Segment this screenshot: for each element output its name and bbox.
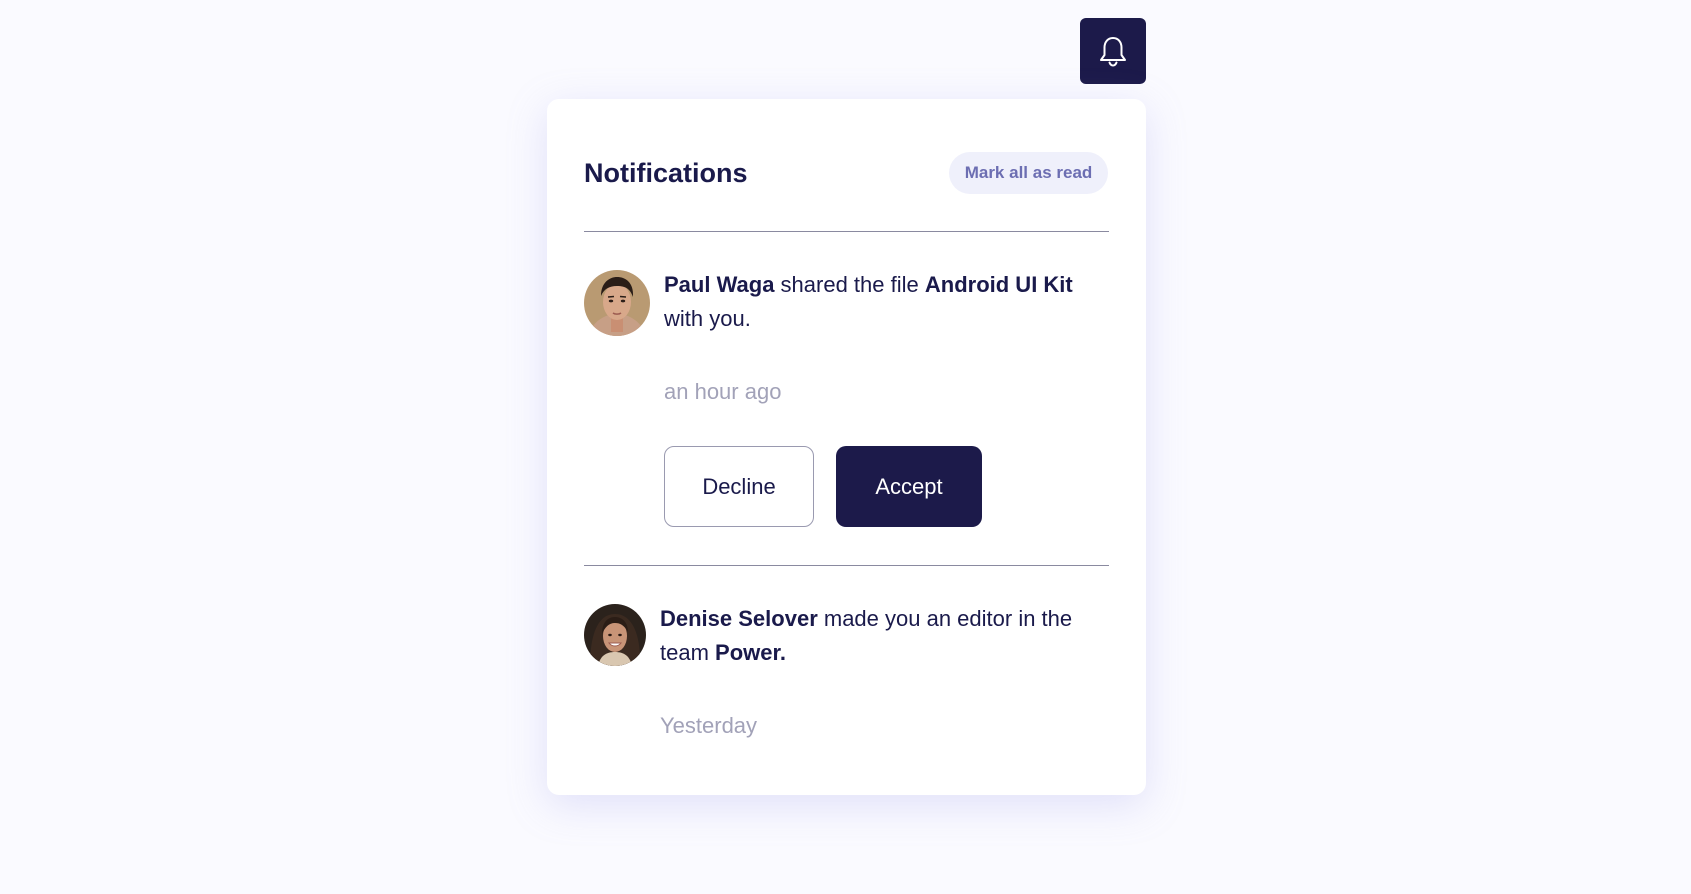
notification-time: an hour ago bbox=[664, 379, 782, 404]
accept-button[interactable]: Accept bbox=[836, 446, 982, 527]
notification-actor[interactable]: Paul Waga bbox=[664, 272, 774, 297]
bell-icon bbox=[1098, 35, 1128, 67]
panel-title: Notifications bbox=[584, 158, 748, 188]
notifications-bell-button[interactable] bbox=[1080, 18, 1146, 84]
notification-action: shared the file bbox=[774, 272, 925, 297]
notification-message: Paul Waga shared the file Android UI Kit… bbox=[664, 268, 1104, 336]
decline-button[interactable]: Decline bbox=[664, 446, 814, 527]
notification-time: Yesterday bbox=[660, 713, 758, 738]
notification-actor[interactable]: Denise Selover bbox=[660, 606, 818, 631]
avatar-paul-waga bbox=[584, 270, 650, 336]
notifications-panel: Notifications Mark all as read Paul Waga… bbox=[547, 99, 1146, 795]
notification-object[interactable]: Power. bbox=[715, 640, 786, 665]
notification-suffix: with you. bbox=[664, 306, 751, 331]
divider bbox=[584, 565, 1109, 566]
notification-object[interactable]: Android UI Kit bbox=[925, 272, 1073, 297]
notification-message: Denise Selover made you an editor in the… bbox=[660, 602, 1100, 670]
divider bbox=[584, 231, 1109, 232]
mark-all-read-button[interactable]: Mark all as read bbox=[949, 152, 1108, 194]
avatar-denise-selover bbox=[584, 604, 646, 666]
